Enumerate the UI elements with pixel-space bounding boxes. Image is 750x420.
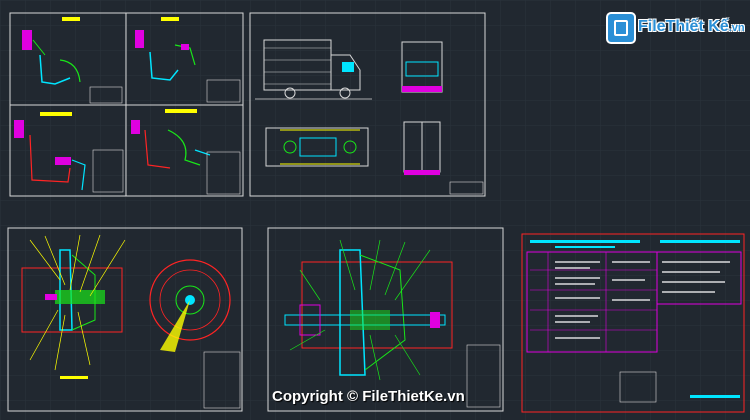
filethietke-logo: FileThiết Kế.vn xyxy=(608,14,745,44)
cad-model-space[interactable] xyxy=(0,0,750,420)
logo-rest: Thiết Kế xyxy=(665,18,729,35)
logo-domain: .vn xyxy=(728,22,745,34)
logo-name: File xyxy=(638,18,666,35)
file-icon xyxy=(608,14,634,42)
copyright-watermark: Copyright © FileThietKe.vn xyxy=(272,388,465,405)
logo-text: FileThiết Kế.vn xyxy=(638,18,745,36)
